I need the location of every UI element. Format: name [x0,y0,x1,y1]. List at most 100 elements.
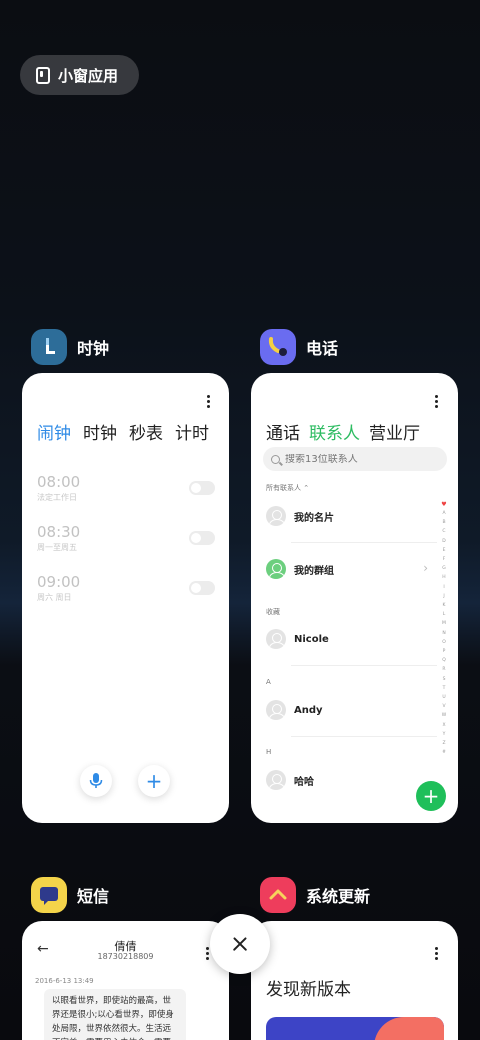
index-letter[interactable]: F [443,555,446,564]
avatar [266,700,286,720]
index-letter[interactable]: L [443,610,446,619]
index-letter[interactable]: V [442,702,445,711]
tab-clock[interactable]: 时钟 [83,419,117,444]
index-letter[interactable]: D [442,537,445,546]
alarm-toggle[interactable] [189,481,215,495]
sms-app-name: 短信 [77,887,110,906]
more-menu-icon[interactable] [434,395,438,408]
phone-app-card[interactable]: 通话 联系人 营业厅 所有联系人 ⌃ 我的名片 我的群组 › 收藏 Nicole… [251,373,458,823]
index-letter[interactable]: E [443,546,446,555]
plus-icon: + [145,769,163,793]
index-letter[interactable]: # [442,748,446,757]
index-letter[interactable]: Z [442,739,445,748]
small-window-label: 小窗应用 [58,66,119,85]
index-letter[interactable]: P [443,647,446,656]
contacts-search[interactable] [263,447,447,471]
add-alarm-button[interactable]: + [138,765,170,797]
phone-app-icon [260,329,296,365]
small-window-icon [36,66,50,84]
alarm-toggle[interactable] [189,581,215,595]
more-menu-icon[interactable] [434,947,438,960]
message-timestamp: 2016-6-13 13:49 [35,977,94,985]
tab-timer[interactable]: 计时 [175,419,209,444]
tab-stopwatch[interactable]: 秒表 [129,419,163,444]
divider [291,736,437,737]
index-letter[interactable]: J [443,592,444,601]
contact-item[interactable]: Nicole [266,628,436,650]
message-bubble: 以眼看世界，即使站的最高，世界还是很小;以心看世界，即使身处局限，世界依然很大。… [44,989,186,1040]
more-menu-icon[interactable] [206,395,210,408]
index-letter[interactable]: C [442,527,445,536]
index-letter[interactable]: K [443,601,446,610]
sms-app-header[interactable]: 短信 [31,877,109,913]
small-window-apps-button[interactable]: 小窗应用 [20,55,139,95]
contact-name: 我的群组 [294,565,334,577]
index-letter[interactable]: X [442,721,445,730]
clock-app-name: 时钟 [77,339,110,358]
add-contact-button[interactable]: + [416,781,446,811]
index-letter[interactable]: R [442,665,445,674]
index-letter[interactable]: T [443,684,446,693]
contact-name: Andy [294,704,323,716]
contact-name: 我的名片 [294,512,334,524]
index-letter[interactable]: H [442,573,445,582]
clock-app-icon [31,329,67,365]
contact-name: 哈哈 [294,776,314,788]
index-letter[interactable]: U [442,693,445,702]
tab-calls[interactable]: 通话 [266,419,300,444]
index-letter[interactable]: O [442,638,446,647]
index-letter[interactable]: S [443,675,446,684]
tab-alarm[interactable]: 闹钟 [37,419,71,444]
index-letter[interactable]: A [442,509,445,518]
tab-service-hall[interactable]: 营业厅 [369,419,420,444]
my-group-item[interactable]: 我的群组 [266,558,436,580]
search-input[interactable] [285,453,435,465]
alarm-item[interactable]: 08:30 周一至周五 [37,523,215,563]
alphabet-index[interactable]: ♥ A B C D E F G H I J K L M N O P Q R S T U V W X Y Z # [440,500,448,757]
my-card-item[interactable]: 我的名片 [266,505,436,527]
update-app-name: 系统更新 [306,887,371,906]
alarm-item[interactable]: 08:00 法定工作日 [37,473,215,513]
all-contacts-filter[interactable]: 所有联系人 ⌃ [266,483,309,493]
index-letter[interactable]: M [442,619,446,628]
clock-app-card[interactable]: 闹钟 时钟 秒表 计时 08:00 法定工作日 08:30 周一至周五 09:0… [22,373,229,823]
conversation-number: 18730218809 [97,952,154,961]
clock-tabs: 闹钟 时钟 秒表 计时 [37,419,209,444]
index-letter[interactable]: I [443,583,444,592]
favorites-section-label: 收藏 [266,608,280,616]
avatar [266,770,286,790]
update-app-card[interactable]: 发现新版本 [251,921,458,1040]
alarm-repeat: 周一至周五 [37,543,77,552]
update-banner-image [266,1017,444,1040]
alarm-toggle[interactable] [189,531,215,545]
alarm-item[interactable]: 09:00 周六 周日 [37,573,215,613]
index-letter[interactable]: B [442,518,445,527]
update-app-icon [260,877,296,913]
alarm-repeat: 法定工作日 [37,493,77,502]
phone-app-header[interactable]: 电话 [260,329,338,365]
divider [291,665,437,666]
update-app-header[interactable]: 系统更新 [260,877,370,913]
favorites-heart-icon[interactable]: ♥ [441,500,446,509]
close-all-button[interactable] [210,914,270,974]
tab-contacts[interactable]: 联系人 [309,419,360,444]
search-icon [271,454,280,464]
voice-alarm-button[interactable] [80,765,112,797]
index-letter[interactable]: G [442,564,446,573]
alarm-repeat: 周六 周日 [37,593,72,602]
contact-name: Nicole [294,633,329,645]
sms-app-card[interactable]: ← 倩倩 18730218809 2016-6-13 13:49 以眼看世界，即… [22,921,229,1040]
update-title: 发现新版本 [266,980,351,1000]
microphone-icon [89,773,103,788]
clock-app-header[interactable]: 时钟 [31,329,109,365]
contact-item[interactable]: Andy [266,699,436,721]
contact-item[interactable]: 哈哈 [266,769,436,791]
more-menu-icon[interactable] [205,947,209,960]
index-letter[interactable]: Q [442,656,446,665]
index-letter[interactable]: W [442,711,446,720]
avatar [266,506,286,526]
phone-tabs: 通话 联系人 营业厅 [266,419,420,444]
index-letter[interactable]: Y [443,730,446,739]
plus-icon: + [422,784,440,808]
index-letter[interactable]: N [442,629,445,638]
